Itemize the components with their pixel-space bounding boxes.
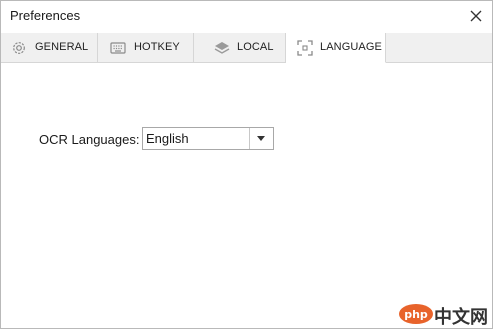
gear-icon [13,42,25,54]
tab-language[interactable]: LANGUAGE [286,33,386,63]
tab-hotkey-label: HOTKEY [134,41,180,53]
title-bar: Preferences [1,1,492,31]
ocr-language-value: English [146,131,189,146]
layers-icon [214,42,230,54]
ocr-languages-label: OCR Languages: [39,132,140,147]
watermark-text: 中文网 [434,307,488,328]
tab-bar: GENERAL HOTKEY LOCAL LANGUAGE [1,33,492,63]
window-title: Preferences [10,8,81,23]
chevron-down-icon[interactable] [257,136,265,141]
tab-local[interactable]: LOCAL [194,33,286,63]
close-button[interactable] [464,4,488,28]
select-divider [249,128,250,149]
tab-general-label: GENERAL [35,41,89,53]
tab-hotkey[interactable]: HOTKEY [98,33,194,63]
tab-general[interactable]: GENERAL [1,33,98,63]
tab-bar-fill [386,33,492,63]
language-panel: OCR Languages: English [1,63,492,328]
close-icon [470,10,482,22]
ocr-language-select[interactable]: English [142,127,274,150]
php-logo-icon: php [399,304,433,324]
tab-language-label: LANGUAGE [320,41,382,53]
tab-local-label: LOCAL [237,41,274,53]
scan-frame-icon [297,40,313,56]
keyboard-icon [110,42,126,54]
watermark: php 中文网 [398,302,490,328]
svg-text:php: php [404,308,428,321]
preferences-window: Preferences GENERAL HOTKEY LOCAL LANGUAG… [0,0,493,329]
